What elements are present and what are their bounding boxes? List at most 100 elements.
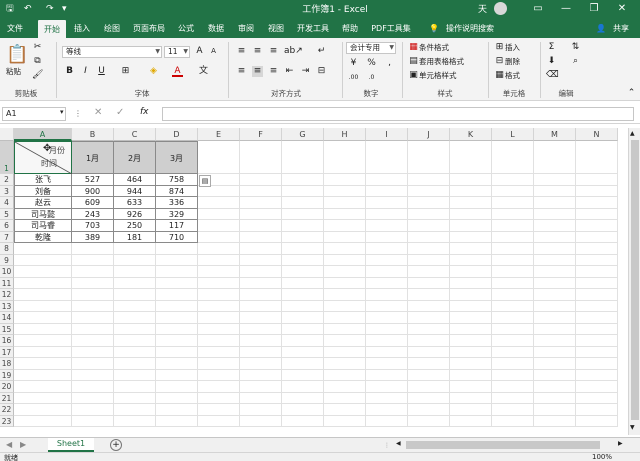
grid-cell[interactable] [492, 289, 534, 301]
grid-cell[interactable] [156, 254, 198, 266]
row-header[interactable]: 2 [0, 174, 14, 186]
tab-pdf-tools[interactable]: PDF工具集 [368, 21, 414, 36]
grid-cell[interactable] [534, 381, 576, 393]
grid-cell[interactable] [492, 141, 534, 174]
grid-cell[interactable] [408, 141, 450, 174]
grid-cell[interactable] [408, 381, 450, 393]
grid-cell[interactable] [576, 323, 618, 335]
grid-cell[interactable] [534, 323, 576, 335]
grid-cell[interactable] [72, 323, 114, 335]
cell-styles-button[interactable]: ▣ 单元格样式 [408, 70, 456, 81]
grid-cell[interactable] [492, 185, 534, 197]
grid-cell[interactable] [72, 415, 114, 427]
grid-cell[interactable] [450, 254, 492, 266]
grid-cell[interactable] [240, 243, 282, 255]
table-row-label[interactable]: 张飞 [14, 174, 72, 186]
grid-cell[interactable] [14, 415, 72, 427]
grid-cell[interactable] [366, 208, 408, 220]
grid-cell[interactable] [114, 277, 156, 289]
font-size-combo[interactable]: 11 ▼ [164, 46, 190, 58]
grid-cell[interactable] [450, 185, 492, 197]
row-header[interactable]: 5 [0, 208, 14, 220]
grid-cell[interactable] [492, 381, 534, 393]
grid-cell[interactable] [198, 369, 240, 381]
row-header[interactable]: 17 [0, 346, 14, 358]
grid-cell[interactable] [324, 185, 366, 197]
grid-cell[interactable] [534, 220, 576, 232]
bold-button[interactable]: B [64, 66, 75, 77]
grid-cell[interactable] [576, 266, 618, 278]
grid-cell[interactable] [492, 346, 534, 358]
grid-cell[interactable] [324, 174, 366, 186]
grid-cell[interactable] [534, 404, 576, 416]
insert-cells-button[interactable]: ⊞ 插入 [494, 42, 520, 53]
italic-button[interactable]: I [80, 66, 91, 77]
grid-cell[interactable] [240, 231, 282, 243]
tab-file[interactable]: 文件 [2, 21, 28, 36]
table-row-label[interactable]: 赵云 [14, 197, 72, 209]
grid-cell[interactable] [366, 392, 408, 404]
grid-cell[interactable] [114, 254, 156, 266]
orientation-icon[interactable]: ab↗ [284, 46, 303, 57]
table-cell[interactable]: 336 [156, 197, 198, 209]
percent-icon[interactable]: % [366, 58, 377, 69]
grid-cell[interactable] [534, 141, 576, 174]
grid-cell[interactable] [114, 266, 156, 278]
grid-cell[interactable] [72, 392, 114, 404]
grid-cell[interactable] [366, 381, 408, 393]
grid-cell[interactable] [156, 369, 198, 381]
grid-cell[interactable] [450, 300, 492, 312]
grid-cell[interactable] [408, 277, 450, 289]
clear-icon[interactable]: ⌫ [546, 70, 559, 81]
grid-cell[interactable] [366, 266, 408, 278]
grid-cell[interactable] [492, 300, 534, 312]
tab-developer[interactable]: 开发工具 [294, 21, 332, 36]
grid-cell[interactable] [156, 392, 198, 404]
phonetic-icon[interactable]: 文 [198, 66, 209, 77]
grid-cell[interactable] [240, 254, 282, 266]
grid-cell[interactable] [240, 346, 282, 358]
grid-cell[interactable] [492, 415, 534, 427]
grid-cell[interactable] [198, 208, 240, 220]
grid-cell[interactable] [72, 369, 114, 381]
grid-cell[interactable] [114, 381, 156, 393]
row-header[interactable]: 12 [0, 289, 14, 301]
user-name[interactable]: 天 [478, 2, 487, 15]
number-format-combo[interactable]: 会计专用 ▼ [346, 42, 396, 54]
grid-cell[interactable] [366, 335, 408, 347]
grid-cell[interactable] [198, 266, 240, 278]
grid-cell[interactable] [156, 404, 198, 416]
grid-cell[interactable] [576, 415, 618, 427]
tab-split-icon[interactable]: ⋮ [384, 442, 390, 449]
table-row-label[interactable]: 司马睿 [14, 220, 72, 232]
grid-cell[interactable] [534, 243, 576, 255]
sheet-tab-sheet1[interactable]: Sheet1 [48, 438, 94, 452]
grid-cell[interactable] [72, 404, 114, 416]
name-box[interactable]: A1 [2, 107, 66, 121]
customize-qat-icon[interactable]: ▾ [62, 2, 67, 15]
table-header-cell[interactable]: 1月 [72, 141, 114, 174]
grid-cell[interactable] [324, 323, 366, 335]
grid-cell[interactable] [450, 289, 492, 301]
quick-analysis-icon[interactable]: ▤ [199, 175, 211, 187]
conditional-format-button[interactable]: ▦ 条件格式 [408, 42, 449, 53]
row-header[interactable]: 16 [0, 335, 14, 347]
table-row-label[interactable]: 司马懿 [14, 208, 72, 220]
tell-me-search[interactable]: 操作说明搜索 [444, 21, 496, 36]
grid-cell[interactable] [534, 415, 576, 427]
table-cell[interactable]: 464 [114, 174, 156, 186]
grid-cell[interactable] [72, 266, 114, 278]
grid-cell[interactable] [576, 358, 618, 370]
grid-cell[interactable] [198, 220, 240, 232]
grid-cell[interactable] [14, 404, 72, 416]
grid-cell[interactable] [450, 141, 492, 174]
row-header[interactable]: 7 [0, 231, 14, 243]
grid-cell[interactable] [534, 300, 576, 312]
grid-cell[interactable] [366, 231, 408, 243]
grid-cell[interactable] [492, 243, 534, 255]
grid-cell[interactable] [576, 381, 618, 393]
avatar[interactable] [494, 2, 507, 15]
grid-cell[interactable] [492, 197, 534, 209]
grid-cell[interactable] [534, 335, 576, 347]
grid-cell[interactable] [240, 381, 282, 393]
